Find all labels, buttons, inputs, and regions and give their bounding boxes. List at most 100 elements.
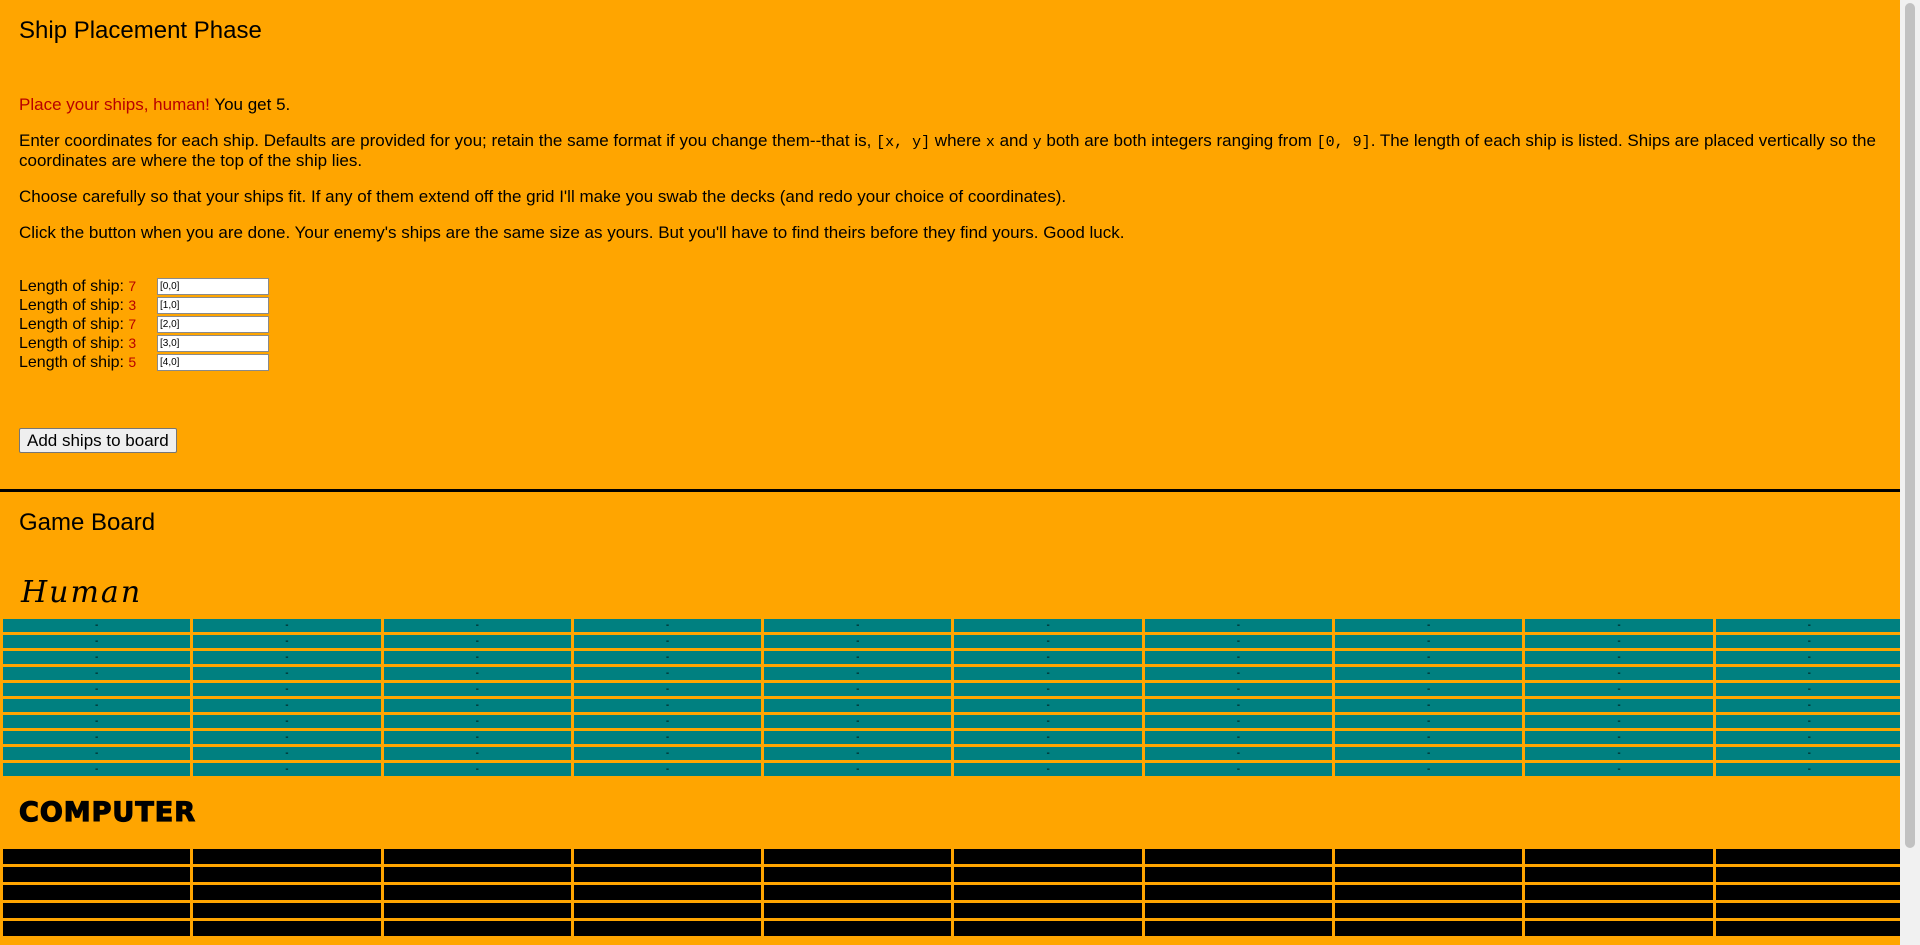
grid-cell[interactable]: - <box>1335 651 1523 664</box>
grid-cell[interactable]: - <box>383 763 571 776</box>
grid-cell[interactable]: - <box>1715 667 1903 680</box>
grid-cell[interactable]: - <box>573 651 762 664</box>
grid-cell[interactable]: - <box>1335 619 1523 632</box>
ship-coordinate-input[interactable] <box>157 354 269 371</box>
page-scrollbar[interactable] <box>1900 0 1920 945</box>
grid-cell[interactable]: - <box>1715 699 1903 712</box>
scrollbar-thumb[interactable] <box>1905 3 1915 848</box>
grid-cell[interactable] <box>954 867 1142 882</box>
grid-cell[interactable]: - <box>1715 731 1903 744</box>
add-ships-button[interactable]: Add ships to board <box>19 428 177 453</box>
grid-cell[interactable] <box>1335 885 1523 900</box>
grid-cell[interactable]: - <box>764 747 952 760</box>
grid-cell[interactable]: - <box>764 619 952 632</box>
grid-cell[interactable]: - <box>1525 731 1713 744</box>
grid-cell[interactable]: - <box>193 619 381 632</box>
grid-cell[interactable]: - <box>3 731 191 744</box>
grid-cell[interactable]: - <box>573 619 762 632</box>
grid-cell[interactable]: - <box>3 635 191 648</box>
grid-cell[interactable]: - <box>1715 635 1903 648</box>
grid-cell[interactable]: - <box>1335 715 1523 728</box>
grid-cell[interactable]: - <box>1335 683 1523 696</box>
grid-cell[interactable]: - <box>1144 763 1333 776</box>
grid-cell[interactable] <box>573 903 762 918</box>
grid-cell[interactable]: - <box>1144 619 1333 632</box>
grid-cell[interactable] <box>573 867 762 882</box>
grid-cell[interactable] <box>193 903 381 918</box>
grid-cell[interactable]: - <box>1525 635 1713 648</box>
grid-cell[interactable]: - <box>193 635 381 648</box>
grid-cell[interactable]: - <box>193 731 381 744</box>
grid-cell[interactable]: - <box>954 731 1142 744</box>
grid-cell[interactable]: - <box>1525 763 1713 776</box>
ship-coordinate-input[interactable] <box>157 297 269 314</box>
grid-cell[interactable] <box>1525 867 1713 882</box>
grid-cell[interactable]: - <box>954 683 1142 696</box>
grid-cell[interactable]: - <box>1715 715 1903 728</box>
grid-cell[interactable]: - <box>193 747 381 760</box>
grid-cell[interactable]: - <box>1335 747 1523 760</box>
grid-cell[interactable]: - <box>383 683 571 696</box>
grid-cell[interactable] <box>1144 885 1333 900</box>
grid-cell[interactable]: - <box>954 651 1142 664</box>
grid-cell[interactable]: - <box>3 715 191 728</box>
grid-cell[interactable]: - <box>573 747 762 760</box>
grid-cell[interactable]: - <box>1335 763 1523 776</box>
grid-cell[interactable] <box>1715 885 1903 900</box>
grid-cell[interactable]: - <box>1144 651 1333 664</box>
grid-cell[interactable] <box>1525 849 1713 864</box>
grid-cell[interactable]: - <box>1144 683 1333 696</box>
grid-cell[interactable] <box>1335 921 1523 936</box>
grid-cell[interactable] <box>954 885 1142 900</box>
grid-cell[interactable] <box>1715 867 1903 882</box>
grid-cell[interactable]: - <box>954 747 1142 760</box>
grid-cell[interactable] <box>764 885 952 900</box>
grid-cell[interactable]: - <box>1715 651 1903 664</box>
grid-cell[interactable]: - <box>764 683 952 696</box>
grid-cell[interactable]: - <box>1715 763 1903 776</box>
grid-cell[interactable]: - <box>764 699 952 712</box>
grid-cell[interactable] <box>764 867 952 882</box>
grid-cell[interactable]: - <box>193 683 381 696</box>
grid-cell[interactable] <box>573 849 762 864</box>
grid-cell[interactable]: - <box>193 699 381 712</box>
grid-cell[interactable]: - <box>3 683 191 696</box>
grid-cell[interactable] <box>1335 849 1523 864</box>
grid-cell[interactable] <box>954 921 1142 936</box>
grid-cell[interactable] <box>1715 921 1903 936</box>
grid-cell[interactable] <box>193 885 381 900</box>
grid-cell[interactable]: - <box>193 715 381 728</box>
grid-cell[interactable]: - <box>1525 715 1713 728</box>
grid-cell[interactable]: - <box>1525 619 1713 632</box>
grid-cell[interactable]: - <box>3 763 191 776</box>
grid-cell[interactable] <box>383 921 571 936</box>
grid-cell[interactable]: - <box>3 619 191 632</box>
grid-cell[interactable]: - <box>1525 683 1713 696</box>
grid-cell[interactable]: - <box>954 635 1142 648</box>
grid-cell[interactable] <box>3 903 191 918</box>
ship-coordinate-input[interactable] <box>157 335 269 352</box>
grid-cell[interactable] <box>3 885 191 900</box>
grid-cell[interactable] <box>1335 903 1523 918</box>
grid-cell[interactable]: - <box>1144 699 1333 712</box>
grid-cell[interactable]: - <box>383 619 571 632</box>
grid-cell[interactable]: - <box>1335 667 1523 680</box>
grid-cell[interactable]: - <box>573 763 762 776</box>
grid-cell[interactable]: - <box>954 619 1142 632</box>
grid-cell[interactable]: - <box>1715 619 1903 632</box>
grid-cell[interactable] <box>1144 867 1333 882</box>
grid-cell[interactable] <box>383 867 571 882</box>
grid-cell[interactable]: - <box>383 651 571 664</box>
grid-cell[interactable]: - <box>764 763 952 776</box>
grid-cell[interactable] <box>1525 903 1713 918</box>
grid-cell[interactable]: - <box>573 635 762 648</box>
grid-cell[interactable]: - <box>383 731 571 744</box>
grid-cell[interactable] <box>1144 921 1333 936</box>
grid-cell[interactable]: - <box>3 747 191 760</box>
grid-cell[interactable]: - <box>1144 667 1333 680</box>
grid-cell[interactable]: - <box>1715 683 1903 696</box>
grid-cell[interactable]: - <box>573 699 762 712</box>
grid-cell[interactable]: - <box>1144 715 1333 728</box>
grid-cell[interactable] <box>383 903 571 918</box>
grid-cell[interactable]: - <box>954 763 1142 776</box>
